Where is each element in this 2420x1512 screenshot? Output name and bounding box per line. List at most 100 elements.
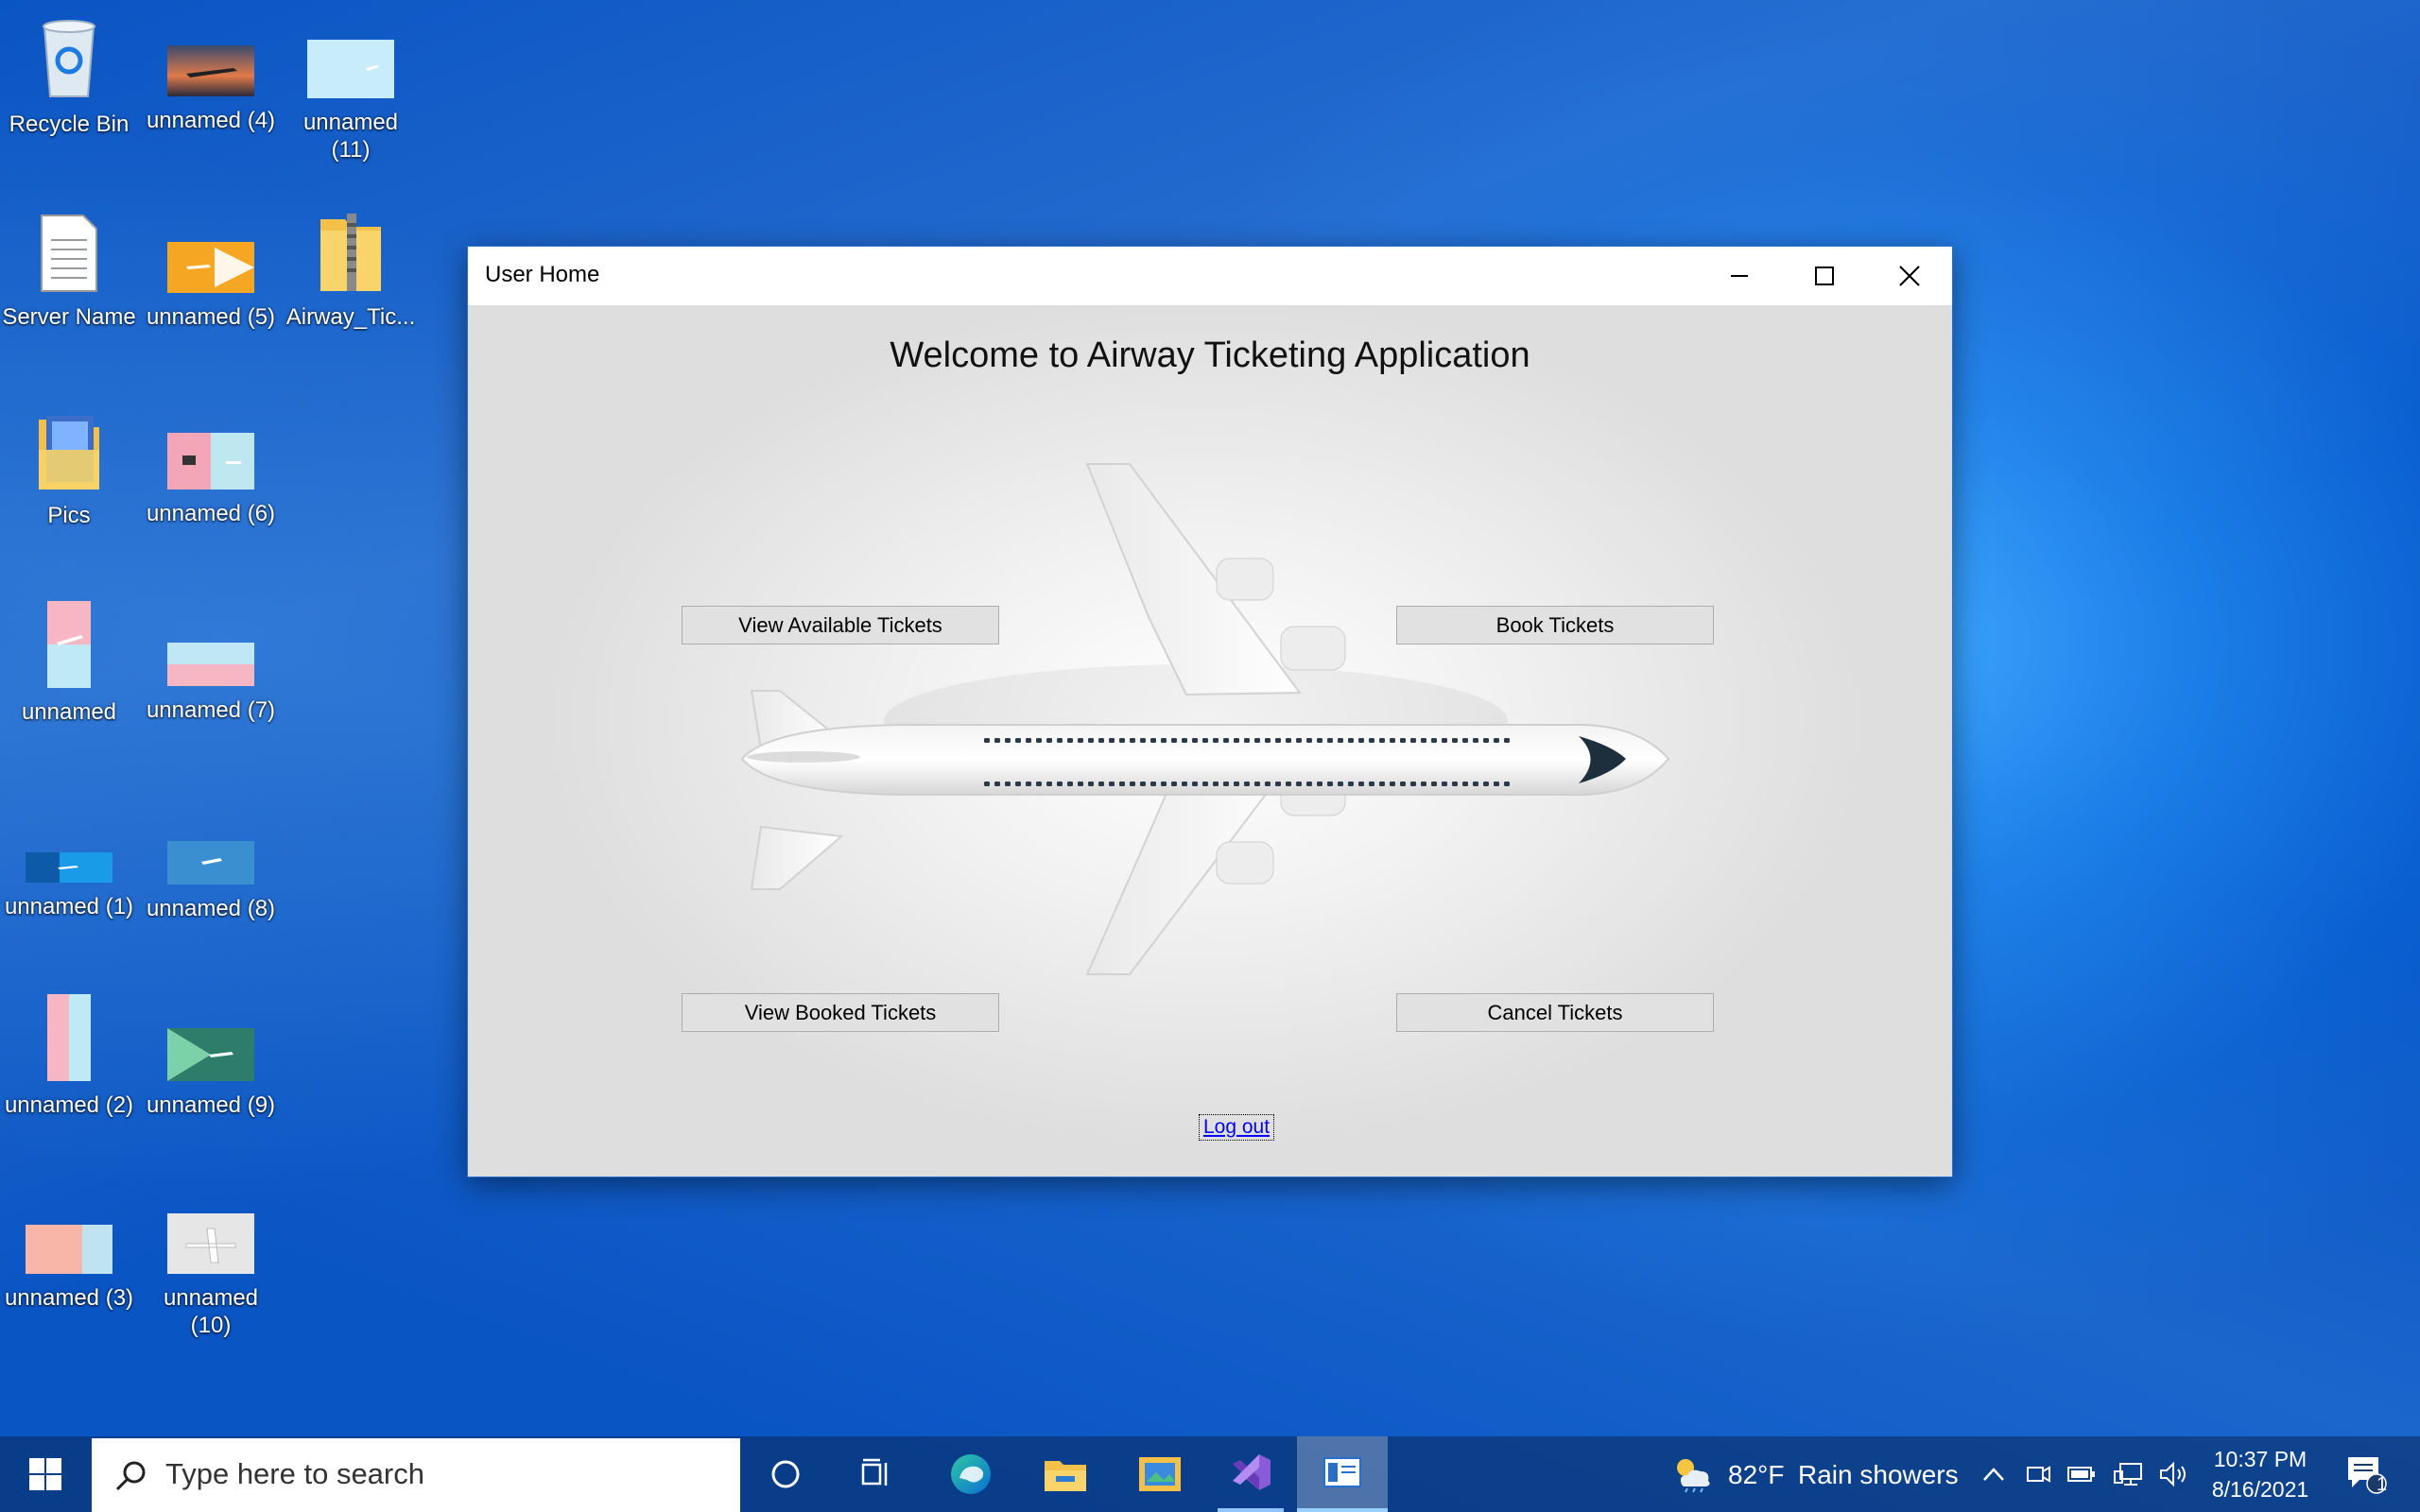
desktop-icon-unnamed-3[interactable]: unnamed (3) (0, 1225, 140, 1312)
desktop-icon-unnamed-8[interactable]: unnamed (8) (140, 841, 282, 922)
view-booked-tickets-button[interactable]: View Booked Tickets (682, 993, 999, 1032)
visual-studio-taskbar-button[interactable] (1218, 1436, 1284, 1512)
desktop-icon-label: Recycle Bin (9, 112, 130, 137)
image-icon (140, 643, 282, 693)
image-icon (140, 45, 282, 103)
maximize-button[interactable] (1782, 247, 1867, 305)
desktop-icon-label: Server Name (2, 304, 136, 330)
airplane-window (1161, 738, 1167, 743)
desktop-icon-unnamed-7[interactable]: unnamed (7) (140, 643, 282, 724)
desktop-icon-unnamed-1[interactable]: unnamed (1) (0, 852, 140, 920)
airplane-window (1369, 738, 1374, 743)
desktop-icon-unnamed-6[interactable]: unnamed (6) (140, 433, 282, 527)
airplane-window (984, 738, 990, 743)
desktop-icon-airway-tic[interactable]: Airway_Tic... (280, 210, 422, 331)
desktop-icon-label: unnamed (1) (4, 894, 134, 919)
airplane-window (1088, 738, 1094, 743)
start-button[interactable] (0, 1436, 91, 1512)
image-icon (0, 994, 140, 1088)
network-icon (2114, 1463, 2142, 1486)
clock-button[interactable]: 10:37 PM 8/16/2021 (2203, 1436, 2318, 1512)
airplane-window (994, 782, 1000, 786)
airplane-window (1223, 738, 1229, 743)
airplane-window (1473, 782, 1478, 786)
task-view-button[interactable] (843, 1436, 909, 1512)
airplane-window (1150, 738, 1156, 743)
window-title: User Home (485, 262, 600, 287)
image-icon (140, 841, 282, 891)
show-hidden-icons-button[interactable] (1974, 1436, 2014, 1512)
airplane-window (1296, 738, 1302, 743)
airplane-window (1400, 782, 1406, 786)
window-client-area: Welcome to Airway Ticketing Application … (468, 305, 1952, 1177)
airplane-window (1275, 782, 1281, 786)
airplane-window (1182, 738, 1187, 743)
desktop-icon-unnamed-10[interactable]: unnamed (10) (140, 1213, 282, 1339)
airplane-window (1483, 782, 1489, 786)
airplane-window (1213, 782, 1219, 786)
desktop-icon-unnamed[interactable]: unnamed (0, 601, 140, 726)
logout-link[interactable]: Log out (1199, 1114, 1275, 1141)
airplane-window (1473, 738, 1478, 743)
airplane-window (1379, 738, 1385, 743)
desktop-icon-label: unnamed (4) (146, 108, 276, 133)
recycle-bin-icon (0, 15, 140, 107)
airplane-window (1358, 738, 1364, 743)
action-center-button[interactable]: 1 (2335, 1436, 2401, 1512)
close-button[interactable] (1867, 247, 1952, 305)
taskbar-search-box[interactable]: Type here to search (92, 1438, 740, 1512)
cancel-tickets-button[interactable]: Cancel Tickets (1396, 993, 1714, 1032)
battery-button[interactable] (2063, 1436, 2100, 1512)
airplane-window (1421, 738, 1426, 743)
cortana-icon (771, 1460, 800, 1488)
airplane-window (1431, 782, 1437, 786)
desktop-icon-unnamed-11[interactable]: unnamed (11) (280, 40, 422, 163)
desktop-icon-unnamed-9[interactable]: unnamed (9) (140, 1028, 282, 1119)
airplane-window (1369, 782, 1374, 786)
book-tickets-button[interactable]: Book Tickets (1396, 606, 1714, 644)
search-icon (115, 1461, 146, 1491)
airplane-window (1088, 782, 1094, 786)
volume-button[interactable] (2155, 1436, 2193, 1512)
airplane-window (1234, 738, 1239, 743)
image-icon (140, 1213, 282, 1280)
desktop-icon-pics[interactable]: Pics (0, 412, 140, 529)
windows-logo-icon (29, 1458, 61, 1490)
meet-now-button[interactable] (2019, 1436, 2057, 1512)
airplane-window (1150, 782, 1156, 786)
airplane-window (1265, 782, 1270, 786)
desktop-icon-label: unnamed (11) (302, 110, 399, 163)
desktop-icon-server-name[interactable]: Server Name (0, 214, 140, 331)
desktop-icon-label: Pics (47, 503, 91, 528)
minimize-button[interactable] (1697, 247, 1782, 305)
airplane-window (1036, 782, 1042, 786)
desktop-icon-label: unnamed (8) (146, 896, 276, 921)
airplane-window (1161, 782, 1167, 786)
airplane-window (1036, 738, 1042, 743)
airplane-window (1119, 738, 1125, 743)
file-explorer-taskbar-button[interactable] (1032, 1436, 1098, 1512)
desktop-icon-label: unnamed (10) (163, 1285, 259, 1338)
airway-app-taskbar-button[interactable] (1297, 1436, 1388, 1512)
weather-button[interactable] (1666, 1436, 1719, 1512)
desktop-icon-recycle-bin[interactable]: Recycle Bin (0, 15, 140, 138)
airplane-window (1015, 782, 1021, 786)
airplane-window (1223, 782, 1229, 786)
network-button[interactable] (2110, 1436, 2148, 1512)
airplane-window (1452, 738, 1458, 743)
view-available-tickets-button[interactable]: View Available Tickets (682, 606, 999, 644)
airplane-window (1338, 782, 1343, 786)
airplane-window (1306, 738, 1312, 743)
desktop-icon-label: unnamed (3) (4, 1285, 134, 1311)
airplane-window (1130, 782, 1135, 786)
airplane-window (1504, 738, 1510, 743)
desktop-icon-unnamed-5[interactable]: unnamed (5) (140, 242, 282, 331)
airplane-window (1483, 738, 1489, 743)
cortana-button[interactable] (752, 1436, 819, 1512)
photos-taskbar-button[interactable] (1127, 1436, 1193, 1512)
edge-taskbar-button[interactable] (938, 1436, 1004, 1512)
window-titlebar[interactable]: User Home (468, 247, 1952, 305)
desktop-icon-unnamed-4[interactable]: unnamed (4) (140, 45, 282, 134)
desktop-icon-unnamed-2[interactable]: unnamed (2) (0, 994, 140, 1119)
airplane-window (1338, 738, 1343, 743)
